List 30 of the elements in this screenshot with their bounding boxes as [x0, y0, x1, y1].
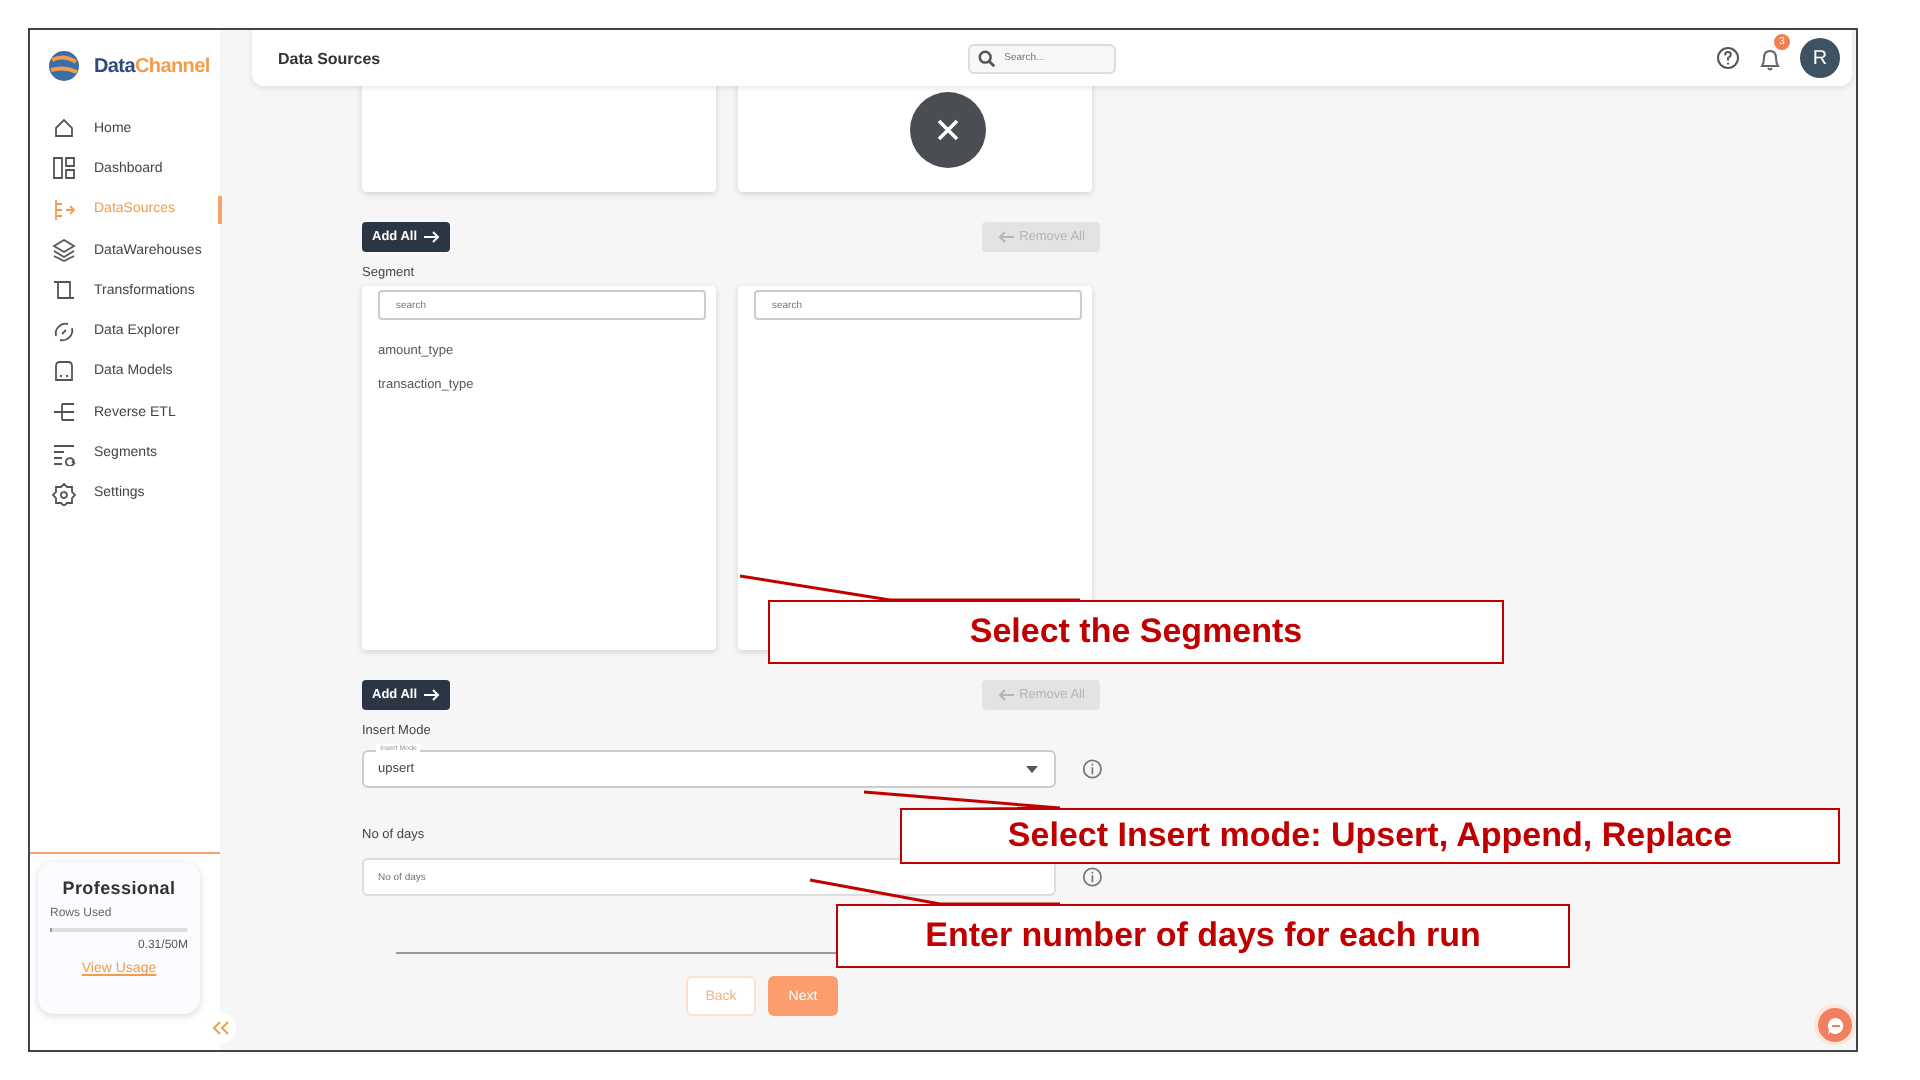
- page-title: Data Sources: [278, 49, 381, 67]
- avatar[interactable]: R: [1800, 38, 1840, 78]
- chat-box-icon: [52, 359, 76, 384]
- bell-icon[interactable]: [1758, 45, 1782, 71]
- house-icon: [52, 116, 76, 141]
- callout-box: Enter number of days for each run: [836, 904, 1570, 968]
- list-search-icon: [52, 441, 76, 466]
- info-icon[interactable]: [1081, 758, 1102, 780]
- layers-icon: [52, 238, 76, 263]
- plan-name: Professional: [60, 878, 178, 898]
- arrow-icon: [423, 688, 440, 702]
- double-chevron-icon: [211, 1020, 229, 1036]
- globe-logo-icon: [46, 48, 82, 84]
- help-icon[interactable]: [1716, 46, 1740, 70]
- logo-text: DataChannel: [94, 55, 210, 77]
- arrow-icon: [423, 230, 440, 244]
- arrow-icon: [997, 688, 1014, 702]
- callout-box: Select Insert mode: Upsert, Append, Replace: [900, 808, 1840, 864]
- chat-button[interactable]: [1814, 1004, 1856, 1046]
- settings-icon: [52, 481, 76, 506]
- info-icon[interactable]: [1081, 866, 1102, 888]
- connector-icon: [52, 197, 76, 222]
- callout-box: Select the Segments: [768, 600, 1504, 664]
- close-icon: [936, 118, 960, 142]
- search-icon: [978, 49, 997, 67]
- caret-icon: [1025, 765, 1038, 773]
- panels-icon: [52, 156, 76, 181]
- arrow-icon: [997, 230, 1014, 244]
- branch-icon: [52, 400, 76, 425]
- chat-icon: [1825, 1015, 1845, 1035]
